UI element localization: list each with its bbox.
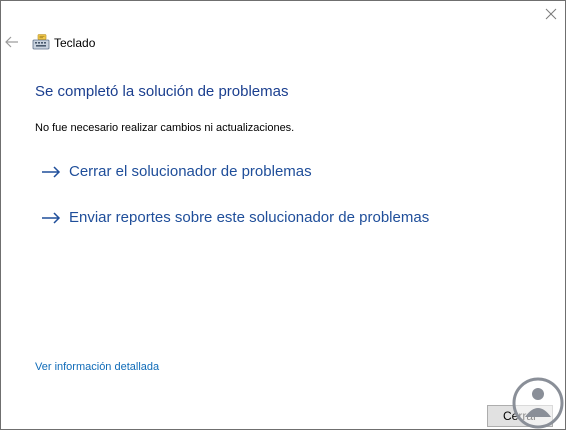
close-icon (545, 8, 557, 20)
close-troubleshooter-label: Cerrar el solucionador de problemas (69, 163, 312, 180)
send-reports-link[interactable]: Enviar reportes sobre este solucionador … (41, 209, 429, 226)
close-button[interactable]: Cerrar (487, 405, 553, 427)
page-title: Se completó la solución de problemas (35, 83, 289, 100)
close-troubleshooter-link[interactable]: Cerrar el solucionador de problemas (41, 163, 312, 180)
view-details-link[interactable]: Ver información detallada (35, 361, 159, 373)
result-message: No fue necesario realizar cambios ni act… (35, 122, 295, 134)
app-title: Teclado (54, 36, 96, 50)
troubleshooter-window: Teclado Se completó la solución de probl… (0, 0, 566, 430)
send-reports-label: Enviar reportes sobre este solucionador … (69, 209, 430, 226)
back-button[interactable] (3, 32, 21, 52)
arrow-right-icon (42, 165, 61, 178)
arrow-right-icon (42, 211, 61, 224)
keyboard-icon (32, 34, 50, 50)
back-arrow-icon (5, 36, 18, 48)
window-close-button[interactable] (537, 1, 565, 27)
